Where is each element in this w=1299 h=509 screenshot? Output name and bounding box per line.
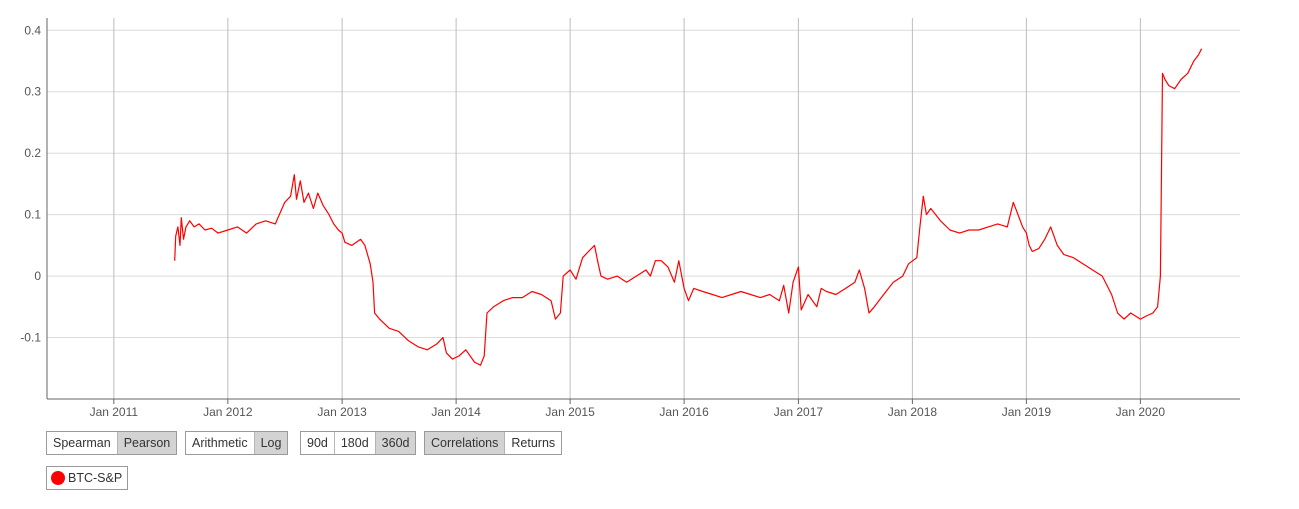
x-tick-label: Jan 2016 <box>659 405 709 419</box>
pearson-button[interactable]: Pearson <box>117 432 177 454</box>
window-360d-button[interactable]: 360d <box>375 432 416 454</box>
spearman-button[interactable]: Spearman <box>47 432 118 454</box>
series-color-swatch <box>51 471 65 485</box>
y-tick-label: 0.2 <box>24 146 41 160</box>
x-tick-label: Jan 2019 <box>1002 405 1052 419</box>
correlations-button[interactable]: Correlations <box>425 432 506 454</box>
window-180d-button[interactable]: 180d <box>334 432 376 454</box>
scale-toggle: Arithmetic Log <box>185 431 289 455</box>
y-tick-label: -0.1 <box>20 331 41 345</box>
y-tick-label: 0 <box>34 269 41 283</box>
y-tick-label: 0.1 <box>24 208 41 222</box>
x-tick-label: Jan 2018 <box>888 405 938 419</box>
x-tick-label: Jan 2020 <box>1116 405 1166 419</box>
window-toggle: 90d 180d 360d <box>300 431 417 455</box>
legend-label: BTC-S&P <box>68 471 123 485</box>
x-tick-label: Jan 2012 <box>203 405 253 419</box>
x-tick-label: Jan 2014 <box>431 405 481 419</box>
correlation-chart: 0.4 0.3 0.2 0.1 0 -0.1 Jan 2011 Jan 2012 Jan 201… <box>20 18 1240 419</box>
x-tick-label: Jan 2017 <box>774 405 824 419</box>
x-tick-label: Jan 2015 <box>545 405 595 419</box>
legend-item-btc-sp[interactable]: BTC-S&P <box>46 466 129 490</box>
y-tick-label: 0.3 <box>24 85 41 99</box>
returns-button[interactable]: Returns <box>505 432 562 454</box>
window-90d-button[interactable]: 90d <box>301 432 335 454</box>
log-button[interactable]: Log <box>254 432 288 454</box>
arithmetic-button[interactable]: Arithmetic <box>186 432 255 454</box>
view-toggle: Correlations Returns <box>424 431 563 455</box>
x-tick-label: Jan 2011 <box>90 405 139 419</box>
x-tick-label: Jan 2013 <box>317 405 367 419</box>
method-toggle: Spearman Pearson <box>46 431 178 455</box>
series-line-btc-sp <box>174 48 1203 366</box>
y-tick-label: 0.4 <box>24 23 41 37</box>
